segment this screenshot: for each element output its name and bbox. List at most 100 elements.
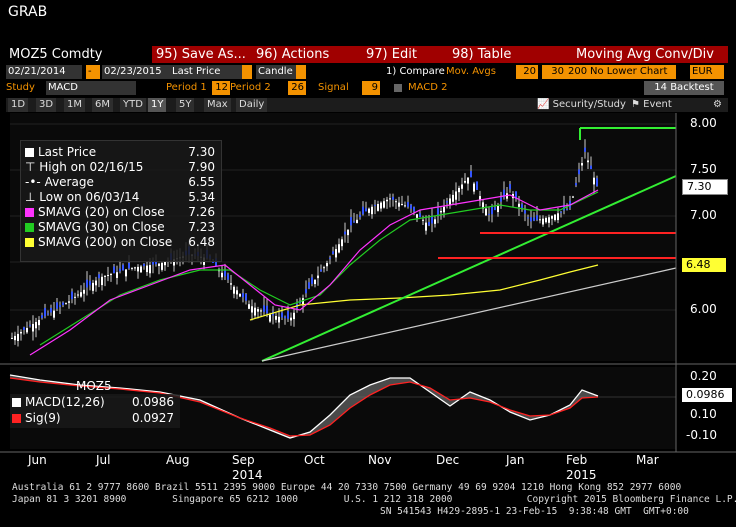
macd-swatch [12,398,21,407]
style-select[interactable]: Candle [256,65,296,79]
macd-label: MACD(12,26) [25,395,105,409]
candle-body [236,290,238,295]
event-label: Event [643,99,672,110]
candle-body [557,213,559,221]
actions-button[interactable]: 96) Actions [256,46,329,63]
candle-body [524,210,526,214]
sma20-swatch [25,208,34,217]
mavg3-field[interactable]: 200 [566,65,588,79]
style-dropdown-icon[interactable] [296,65,306,79]
candle-body [281,312,283,318]
period1-field[interactable]: 12 [212,81,230,95]
edit-button[interactable]: 97) Edit [366,46,417,63]
candle-body [146,265,148,273]
range-1m[interactable]: 1M [64,98,85,112]
candle-body [386,199,388,202]
range-5y[interactable]: 5Y [176,98,195,112]
candle-body [353,221,355,223]
legend-average-label: Average [44,175,94,189]
candle-body [62,302,64,306]
range-ytd[interactable]: YTD [120,98,146,112]
candle-body [317,275,319,279]
field-dropdown-icon[interactable] [242,65,252,79]
candle-body [494,207,496,211]
candle-body [314,279,316,285]
candle-body [374,204,376,206]
table-button[interactable]: 98) Table [452,46,511,63]
start-date-field[interactable]: 02/21/2014 [6,65,82,79]
edit-label: Edit [391,47,417,62]
candle-body [311,277,313,284]
candle-body [293,312,295,320]
mavg2-field[interactable]: 30 [542,65,566,79]
signal-label: Signal [318,82,349,93]
candle-body [440,210,442,213]
sig-legend-row: Sig(9) [12,411,61,426]
range-3d[interactable]: 3D [36,98,57,112]
candle-body [410,204,412,209]
study-field[interactable]: MACD [46,81,136,95]
candle-body [530,217,532,222]
candle-body [581,163,583,166]
legend-high-label: High on 02/16/15 [39,160,144,174]
chart-name: Moving Avg Conv/Div [576,47,714,62]
range-1d[interactable]: 1D [8,98,29,112]
candle-body [242,293,244,298]
last-swatch [25,148,34,157]
security-field[interactable]: MOZ5 Comdty [6,46,152,63]
candle-body [548,217,550,223]
edit-num: 97) [366,47,388,62]
candle-body [398,202,400,207]
month-aug: Aug [166,453,190,467]
end-date-field[interactable]: 02/23/2015 [102,65,170,79]
frequency-select[interactable]: Daily [236,98,268,112]
actions-label: Actions [281,47,330,62]
candle-body [284,316,286,319]
candle-body [290,317,292,321]
period2-field[interactable]: 26 [288,81,306,95]
candle-body [545,217,547,223]
candle-body [230,283,232,285]
field-select[interactable]: Last Price [170,65,244,79]
settings-icon[interactable]: ⚙ [710,98,725,112]
footer-line-2: Japan 81 3 3201 8900 Singapore 65 6212 1… [12,494,736,505]
date-range-row: 02/21/2014 - 02/23/2015 Last Price Candl… [6,65,728,80]
candle-body [122,264,124,271]
range-6m[interactable]: 6M [92,98,113,112]
date-dash: - [86,65,100,79]
signal-field[interactable]: 9 [362,81,380,95]
mavg1-field[interactable]: 20 [516,65,538,79]
candle-body [17,333,19,341]
save-as-button[interactable]: 95) Save As... [156,46,246,63]
compare-value[interactable]: Mov. Avgs [446,65,496,79]
month-dec: Dec [436,453,460,467]
macd2-checkbox[interactable] [394,84,402,92]
year-2014: 2014 [232,468,263,482]
candle-body [509,184,511,190]
event-button[interactable]: ⚑ Event [628,98,675,112]
candle-body [359,214,361,217]
security-study-button[interactable]: 📈 Security/Study [534,98,629,112]
currency-select[interactable]: EUR [690,65,724,79]
lower-chart-select[interactable]: No Lower Chart [588,65,676,79]
candle-body [575,183,577,186]
candle-body [59,305,61,307]
candle-body [464,180,466,183]
legend-average: -•- Average [25,175,94,190]
save-label: Save As... [181,47,246,62]
candle-body [74,296,76,298]
candle-body [467,177,469,184]
candle-body [347,229,349,236]
backtest-button[interactable]: 14 Backtest [644,81,724,95]
candle-body [572,196,574,198]
candle-body [95,280,97,286]
legend-sma200: SMAVG (200) on Close [25,235,172,250]
range-1y[interactable]: 1Y [148,98,167,112]
high-icon: ⊤ [25,160,40,174]
candle-body [92,282,94,291]
candle-body [260,310,262,312]
month-oct: Oct [304,453,325,467]
range-max[interactable]: Max [204,98,231,112]
candle-body [356,219,358,223]
candle-body [38,319,40,326]
